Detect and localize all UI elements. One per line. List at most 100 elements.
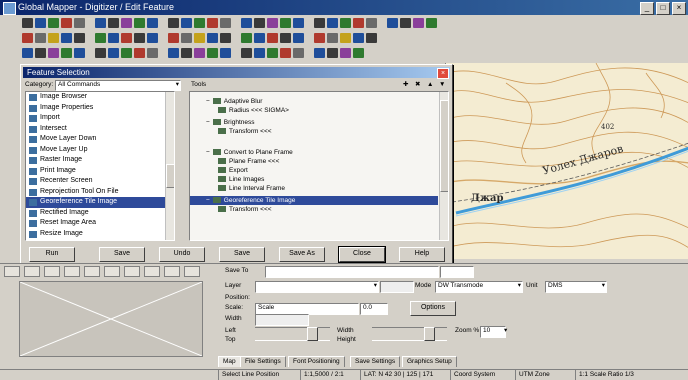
command-list-item[interactable]: Move Layer Up <box>26 145 166 156</box>
chevron-down-icon[interactable]: ▾ <box>504 326 507 335</box>
width-slider[interactable] <box>372 327 447 341</box>
toolbar-button-icon[interactable] <box>254 33 265 43</box>
command-list[interactable]: Image Browser Image Properties Import Inter… <box>25 91 175 241</box>
toolbar-button-icon[interactable] <box>108 48 119 58</box>
toolbar-button-icon[interactable] <box>121 18 132 28</box>
dialog-button-run[interactable]: Run <box>29 247 75 262</box>
tab-map[interactable]: Map <box>218 356 241 367</box>
panel-tool-icon[interactable] <box>144 266 160 277</box>
mode-select[interactable]: DW Transmode ▾ <box>435 281 523 293</box>
width-input[interactable] <box>255 314 309 326</box>
tab-file-settings[interactable]: File Settings <box>240 356 286 367</box>
command-list-item[interactable]: Rectified Image <box>26 208 166 219</box>
panel-tool-icon[interactable] <box>4 266 20 277</box>
toolbar-button-icon[interactable] <box>194 33 205 43</box>
toolbar-button-icon[interactable] <box>121 33 132 43</box>
toolbar-button-icon[interactable] <box>168 18 179 28</box>
command-list-item[interactable]: Recenter Screen <box>26 176 166 187</box>
toolbar-button-icon[interactable] <box>220 33 231 43</box>
toolbar-button-icon[interactable] <box>220 18 231 28</box>
command-list-item[interactable]: Reprojection Tool On File <box>26 187 166 198</box>
command-list-item[interactable]: Georeference Tile Image <box>26 197 166 208</box>
toolbar-button-icon[interactable] <box>207 18 218 28</box>
tree-item[interactable] <box>190 136 438 145</box>
tree-item[interactable]: Line Interval Frame <box>190 184 438 193</box>
toolbar-button-icon[interactable] <box>134 18 145 28</box>
panel-tool-icon[interactable] <box>84 266 100 277</box>
toolbar-button-icon[interactable] <box>48 33 59 43</box>
toolbar-button-icon[interactable] <box>314 33 325 43</box>
toolbar-button-icon[interactable] <box>121 48 132 58</box>
tab-save-settings[interactable]: Save Settings <box>350 356 401 367</box>
left-slider[interactable] <box>255 327 330 341</box>
toolbar-button-icon[interactable] <box>134 48 145 58</box>
toolbar-button-icon[interactable] <box>280 33 291 43</box>
toolbar-button-icon[interactable] <box>293 18 304 28</box>
command-list-scrollbar[interactable] <box>165 92 174 240</box>
toolbar-button-icon[interactable] <box>181 18 192 28</box>
command-list-item[interactable]: Resize Image <box>26 229 166 240</box>
toolbar-button-icon[interactable] <box>426 18 437 28</box>
panel-tool-icon[interactable] <box>104 266 120 277</box>
toolbar-button-icon[interactable] <box>254 48 265 58</box>
command-list-item[interactable]: Print Image <box>26 166 166 177</box>
toolbar-button-icon[interactable] <box>267 33 278 43</box>
toolbar-button-icon[interactable] <box>241 33 252 43</box>
category-select[interactable]: All Commands ▾ <box>55 80 181 91</box>
toolbar-button-icon[interactable] <box>400 18 411 28</box>
toolbar-button-icon[interactable] <box>241 48 252 58</box>
tree-expand-toggle[interactable]: − <box>206 197 210 204</box>
toolbar-button-icon[interactable] <box>168 33 179 43</box>
toolbar-button-icon[interactable] <box>22 18 33 28</box>
tree-item[interactable]: Line Images <box>190 175 438 184</box>
toolbar-button-icon[interactable] <box>366 18 377 28</box>
toolbar-button-icon[interactable] <box>353 48 364 58</box>
toolbar-button-icon[interactable] <box>327 48 338 58</box>
tree-expand-toggle[interactable]: − <box>206 119 210 126</box>
toolbar-button-icon[interactable] <box>74 48 85 58</box>
toolbar-button-icon[interactable] <box>181 33 192 43</box>
left-slider-knob[interactable] <box>307 327 318 341</box>
panel-tool-icon[interactable] <box>184 266 200 277</box>
toolbar-button-icon[interactable] <box>61 18 72 28</box>
toolbar-button-icon[interactable] <box>327 18 338 28</box>
toolbar-button-icon[interactable] <box>340 48 351 58</box>
toolbar-button-icon[interactable] <box>220 48 231 58</box>
toolbar-button-icon[interactable] <box>207 33 218 43</box>
toolbar-button-icon[interactable] <box>413 18 424 28</box>
up-icon[interactable]: ▲ <box>427 80 433 89</box>
dialog-button-save[interactable]: Save <box>99 247 145 262</box>
dialog-button-undo[interactable]: Undo <box>159 247 205 262</box>
minimize-button[interactable]: _ <box>640 2 654 15</box>
command-list-item[interactable]: Image Properties <box>26 103 166 114</box>
toolbar-button-icon[interactable] <box>340 18 351 28</box>
dialog-button-save-as[interactable]: Save As <box>279 247 325 262</box>
tool-tree[interactable]: − Adaptive Blur Radius <<< SIGMA> − Brightne… <box>189 91 449 241</box>
dialog-close-button[interactable]: × <box>437 68 449 79</box>
tree-item[interactable]: − Brightness <box>190 118 438 127</box>
tab-font-positioning[interactable]: Font Positioning <box>288 356 345 367</box>
toolbar-button-icon[interactable] <box>254 18 265 28</box>
tree-item[interactable]: Plane Frame <<< <box>190 157 438 166</box>
toolbar-button-icon[interactable] <box>280 18 291 28</box>
dialog-button-help[interactable]: Help <box>399 247 445 262</box>
tree-item[interactable]: − Adaptive Blur <box>190 97 438 106</box>
tree-item[interactable]: Export <box>190 166 438 175</box>
command-list-item[interactable]: Move Layer Down <box>26 134 166 145</box>
toolbar-button-icon[interactable] <box>35 48 46 58</box>
width-slider-knob[interactable] <box>424 327 435 341</box>
toolbar-button-icon[interactable] <box>95 18 106 28</box>
toolbar-button-icon[interactable] <box>147 18 158 28</box>
unit-select[interactable]: DMS ▾ <box>545 281 607 293</box>
command-list-item[interactable]: Image Browser <box>26 92 166 103</box>
toolbar-button-icon[interactable] <box>74 18 85 28</box>
scale-sub-input[interactable]: 0.0 <box>360 303 388 315</box>
toolbar-button-icon[interactable] <box>267 48 278 58</box>
toolbar-button-icon[interactable] <box>314 18 325 28</box>
toolbar-button-icon[interactable] <box>147 48 158 58</box>
toolbar-button-icon[interactable] <box>134 33 145 43</box>
toolbar-button-icon[interactable] <box>181 48 192 58</box>
toolbar-button-icon[interactable] <box>108 18 119 28</box>
toolbar-button-icon[interactable] <box>366 33 377 43</box>
tree-item[interactable]: Transform <<< <box>190 127 438 136</box>
